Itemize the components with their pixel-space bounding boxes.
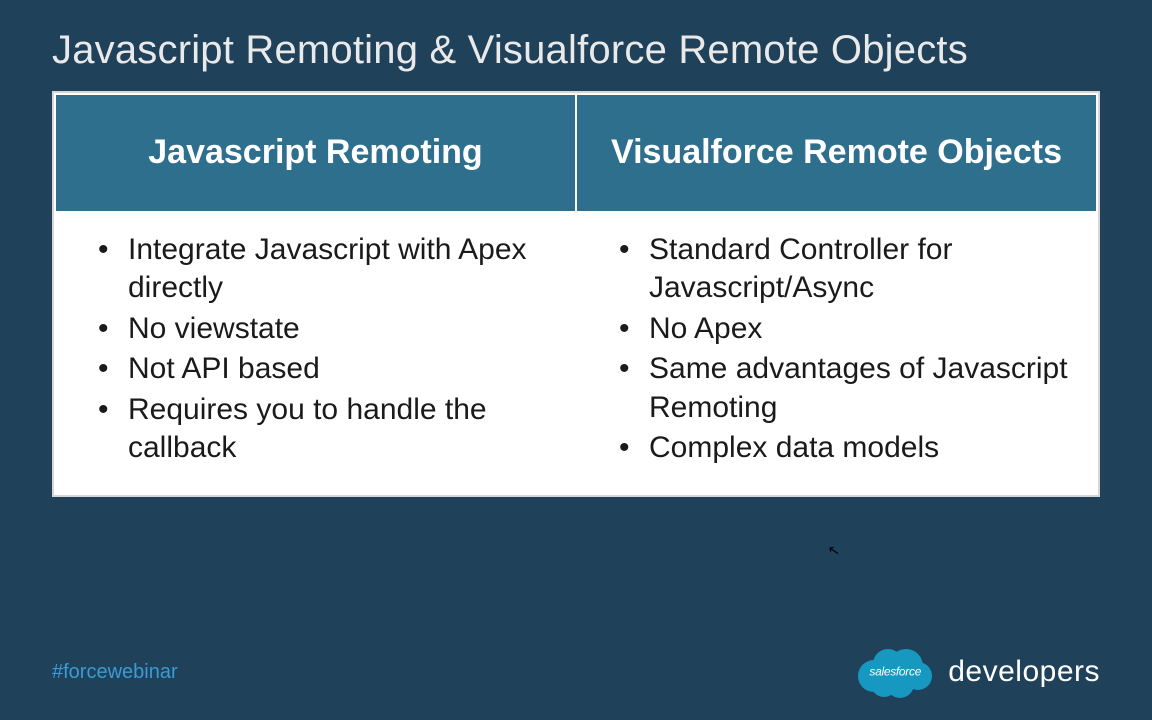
list-item: Standard Controller for Javascript/Async [619, 231, 1086, 308]
slide-title: Javascript Remoting & Visualforce Remote… [52, 28, 1100, 73]
column-cell-right: Standard Controller for Javascript/Async… [576, 212, 1097, 494]
mouse-cursor-icon: ↖ [827, 541, 842, 560]
column-cell-left: Integrate Javascript with Apex directly … [55, 212, 576, 494]
list-item: No viewstate [98, 310, 565, 348]
slide-footer: #forcewebinar salesforce developers [0, 644, 1152, 700]
list-item: No Apex [619, 310, 1086, 348]
comparison-table: Javascript Remoting Visualforce Remote O… [54, 93, 1098, 495]
right-feature-list: Standard Controller for Javascript/Async… [597, 231, 1086, 467]
hashtag: #forcewebinar [52, 661, 178, 684]
list-item: Same advantages of Javascript Remoting [619, 350, 1086, 427]
left-feature-list: Integrate Javascript with Apex directly … [76, 231, 565, 467]
salesforce-cloud-icon: salesforce [852, 644, 938, 700]
column-header-right: Visualforce Remote Objects [576, 94, 1097, 212]
list-item: Complex data models [619, 429, 1086, 467]
list-item: Integrate Javascript with Apex directly [98, 231, 565, 308]
comparison-table-wrap: Javascript Remoting Visualforce Remote O… [52, 91, 1100, 497]
list-item: Not API based [98, 350, 565, 388]
slide: Javascript Remoting & Visualforce Remote… [0, 0, 1152, 720]
brand: salesforce developers [852, 644, 1100, 700]
column-header-left: Javascript Remoting [55, 94, 576, 212]
salesforce-cloud-label: salesforce [869, 665, 921, 679]
developers-label: developers [948, 655, 1100, 689]
list-item: Requires you to handle the callback [98, 391, 565, 468]
